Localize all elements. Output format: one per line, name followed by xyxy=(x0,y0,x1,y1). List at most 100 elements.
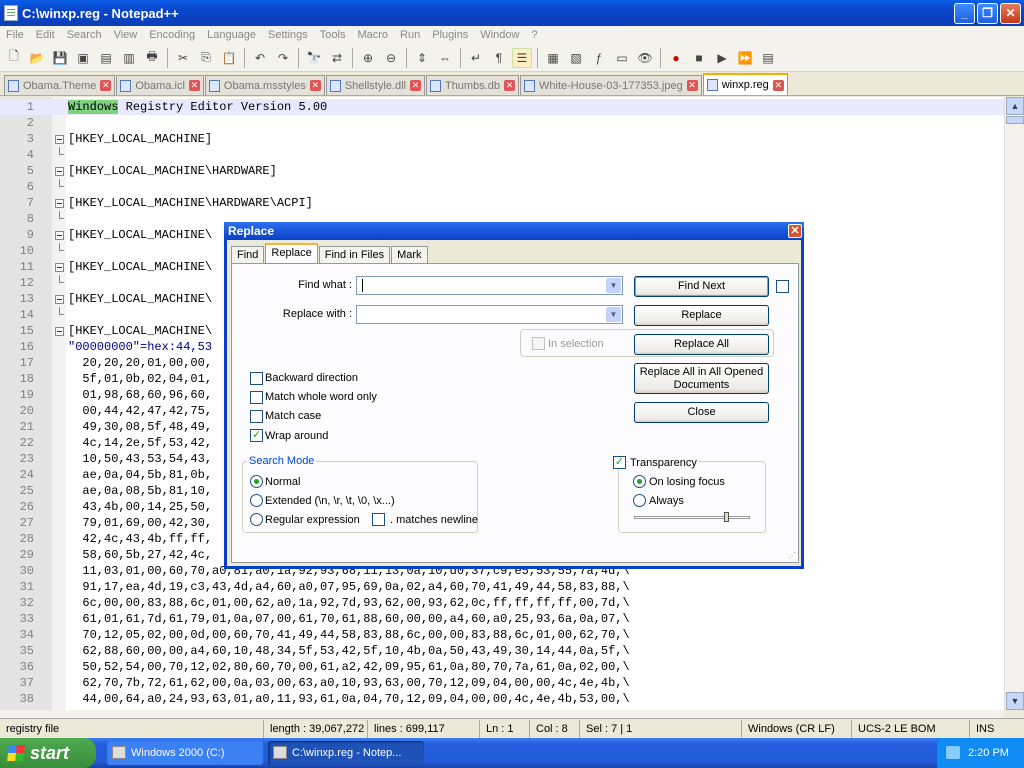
replace-dropdown-icon[interactable]: ▼ xyxy=(606,307,621,322)
maximize-button[interactable]: ❐ xyxy=(977,3,998,24)
redo-icon[interactable]: ↷ xyxy=(273,48,293,68)
file-tab[interactable]: Thumbs.db ✕ xyxy=(425,75,519,95)
editor-line[interactable]: 35 62,88,60,00,00,a4,60,10,48,34,5f,53,4… xyxy=(0,643,1004,659)
file-tab[interactable]: Obama.msstyles ✕ xyxy=(204,75,325,95)
dialog-tab-replace[interactable]: Replace xyxy=(265,243,318,264)
word-wrap-icon[interactable]: ↵ xyxy=(466,48,486,68)
menu-file[interactable]: File xyxy=(0,29,30,41)
menu-help[interactable]: ? xyxy=(525,29,543,41)
regex-label[interactable]: Regular expression xyxy=(265,514,360,526)
file-tab[interactable]: Obama.Theme ✕ xyxy=(4,75,116,95)
on-losing-focus-radio[interactable] xyxy=(633,475,646,488)
taskbar-item-windows-2000[interactable]: Windows 2000 (C:) xyxy=(107,741,263,765)
scroll-up-button[interactable]: ▲ xyxy=(1006,97,1024,115)
menu-tools[interactable]: Tools xyxy=(314,29,352,41)
save-all-icon[interactable]: ▣ xyxy=(73,48,93,68)
editor-line[interactable]: 6 xyxy=(0,179,1004,195)
extended-radio[interactable] xyxy=(250,494,263,507)
udl-icon[interactable]: ▦ xyxy=(543,48,563,68)
title-bar[interactable]: C:\winxp.reg - Notepad++ _ ❐ ✕ xyxy=(0,0,1024,26)
matches-newline-checkbox[interactable] xyxy=(372,513,385,526)
transparency-label[interactable]: Transparency xyxy=(628,457,699,469)
sync-vertical-icon[interactable]: ⇕ xyxy=(412,48,432,68)
editor-line[interactable]: 5 [HKEY_LOCAL_MACHINE\HARDWARE] xyxy=(0,163,1004,179)
editor-line[interactable]: 7 [HKEY_LOCAL_MACHINE\HARDWARE\ACPI] xyxy=(0,195,1004,211)
close-file-icon[interactable]: ▤ xyxy=(96,48,116,68)
dialog-close-button[interactable]: Close xyxy=(634,402,769,423)
stop-macro-icon[interactable]: ■ xyxy=(689,48,709,68)
extended-label[interactable]: Extended (\n, \r, \t, \0, \x...) xyxy=(265,495,395,507)
menu-plugins[interactable]: Plugins xyxy=(426,29,474,41)
dialog-close-icon[interactable]: ✕ xyxy=(788,224,802,238)
wrap-around-checkbox[interactable]: ✓ xyxy=(250,429,263,442)
find-dropdown-icon[interactable]: ▼ xyxy=(606,278,621,293)
normal-radio[interactable] xyxy=(250,475,263,488)
menu-encoding[interactable]: Encoding xyxy=(143,29,201,41)
close-all-icon[interactable]: ▥ xyxy=(119,48,139,68)
dialog-tab-find[interactable]: Find xyxy=(231,246,265,264)
fold-toggle-icon[interactable] xyxy=(55,135,64,144)
always-radio[interactable] xyxy=(633,494,646,507)
editor-line[interactable]: 33 61,01,61,7d,61,79,01,0a,07,00,61,70,6… xyxy=(0,611,1004,627)
record-macro-icon[interactable]: ● xyxy=(666,48,686,68)
file-tab[interactable]: Shellstyle.dll ✕ xyxy=(325,75,425,95)
matches-newline-label[interactable]: . matches newline xyxy=(390,514,478,526)
doc-map-icon[interactable]: ▧ xyxy=(566,48,586,68)
backward-direction-checkbox[interactable] xyxy=(250,372,263,385)
match-whole-word-checkbox[interactable] xyxy=(250,391,263,404)
print-icon[interactable]: 🖶 xyxy=(142,48,162,68)
notepad-app-icon[interactable] xyxy=(4,5,18,21)
minimize-button[interactable]: _ xyxy=(954,3,975,24)
show-all-chars-icon[interactable]: ¶ xyxy=(489,48,509,68)
editor-line[interactable]: 36 50,52,54,00,70,12,02,80,60,70,00,61,a… xyxy=(0,659,1004,675)
replace-all-opened-docs-button[interactable]: Replace All in All Opened Documents xyxy=(634,363,769,394)
menu-search[interactable]: Search xyxy=(61,29,108,41)
zoom-out-icon[interactable]: ⊖ xyxy=(381,48,401,68)
monitoring-icon[interactable]: 👁 xyxy=(635,48,655,68)
menu-edit[interactable]: Edit xyxy=(30,29,61,41)
editor-line[interactable]: 32 6c,00,00,83,88,6c,01,00,62,a0,1a,92,7… xyxy=(0,595,1004,611)
volume-icon[interactable] xyxy=(946,746,960,759)
dialog-title-bar[interactable]: Replace ✕ xyxy=(224,222,804,240)
editor-line[interactable]: 3 [HKEY_LOCAL_MACHINE] xyxy=(0,131,1004,147)
wrap-around-label[interactable]: Wrap around xyxy=(265,430,328,442)
editor-line[interactable]: 34 70,12,05,02,00,0d,00,60,70,41,49,44,5… xyxy=(0,627,1004,643)
menu-macro[interactable]: Macro xyxy=(351,29,394,41)
normal-label[interactable]: Normal xyxy=(265,476,300,488)
match-case-checkbox[interactable] xyxy=(250,410,263,423)
menu-window[interactable]: Window xyxy=(474,29,525,41)
find-icon[interactable]: 🔭 xyxy=(304,48,324,68)
find-next-button[interactable]: Find Next xyxy=(634,276,769,297)
close-tab-icon[interactable]: ✕ xyxy=(686,80,698,91)
new-file-icon[interactable]: 🗋 xyxy=(4,48,24,68)
play-macro-icon[interactable]: ▶ xyxy=(712,48,732,68)
close-tab-icon[interactable]: ✕ xyxy=(100,80,112,91)
fold-toggle-icon[interactable] xyxy=(55,167,64,176)
copy-icon[interactable]: ⎘ xyxy=(196,48,216,68)
taskbar-item-notepad[interactable]: C:\winxp.reg - Notep... xyxy=(268,741,424,765)
indent-guide-icon[interactable]: ☰ xyxy=(512,47,532,68)
find-what-combo[interactable]: ▼ xyxy=(356,276,623,295)
save-icon[interactable]: 💾 xyxy=(50,48,70,68)
replace-all-button[interactable]: Replace All xyxy=(634,334,769,355)
close-tab-icon[interactable]: ✕ xyxy=(409,80,421,91)
scroll-thumb[interactable] xyxy=(1006,116,1024,124)
replace-with-combo[interactable]: ▼ xyxy=(356,305,623,324)
always-label[interactable]: Always xyxy=(649,495,684,507)
dialog-tab-find-in-files[interactable]: Find in Files xyxy=(318,246,391,264)
menu-settings[interactable]: Settings xyxy=(262,29,314,41)
editor-line[interactable]: 1 Windows Registry Editor Version 5.00 xyxy=(0,99,1004,115)
close-tab-icon[interactable]: ✕ xyxy=(309,80,321,91)
fold-toggle-icon[interactable] xyxy=(55,263,64,272)
save-macro-icon[interactable]: ▤ xyxy=(758,48,778,68)
backward-direction-label[interactable]: Backward direction xyxy=(265,372,358,384)
transparency-checkbox[interactable]: ✓ xyxy=(613,456,626,469)
fold-toggle-icon[interactable] xyxy=(55,327,64,336)
clock[interactable]: 2:20 PM xyxy=(968,747,1009,759)
paste-icon[interactable]: 📋 xyxy=(219,48,239,68)
resize-grip-icon[interactable]: ⋰ xyxy=(788,551,796,560)
fold-toggle-icon[interactable] xyxy=(55,231,64,240)
editor-line[interactable]: 4 xyxy=(0,147,1004,163)
transparency-slider-thumb[interactable] xyxy=(723,512,729,522)
vertical-scrollbar[interactable]: ▲ ▼ xyxy=(1004,97,1024,710)
